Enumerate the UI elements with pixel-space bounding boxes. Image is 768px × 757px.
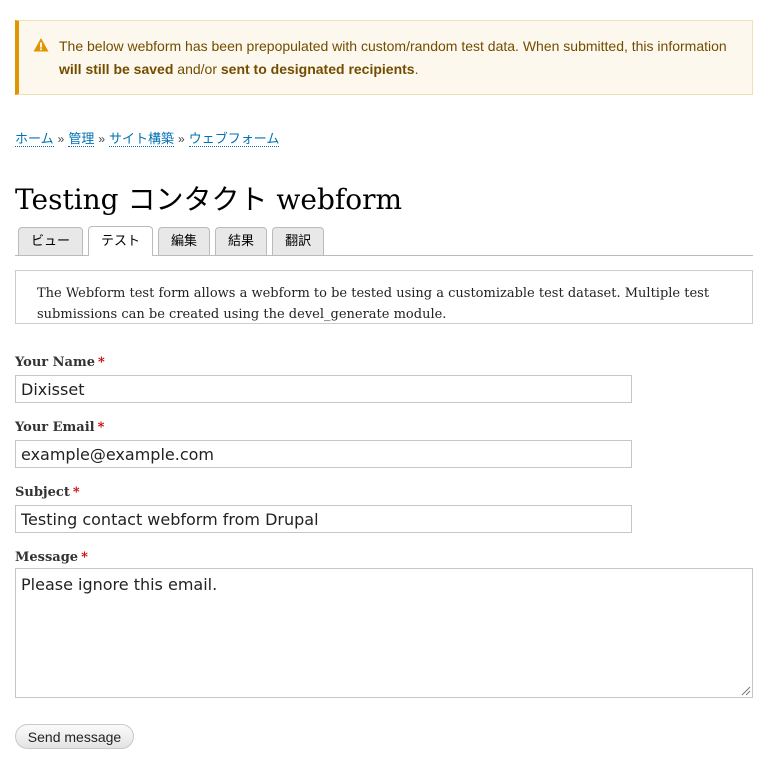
subject-input[interactable] <box>15 505 632 533</box>
tab-view[interactable]: ビュー <box>18 227 84 255</box>
warning-message: The below webform has been prepopulated … <box>15 20 753 95</box>
webform-test-description: The Webform test form allows a webform t… <box>15 270 753 324</box>
warning-text: The below webform has been prepopulated … <box>59 38 727 54</box>
warning-text-end: . <box>414 61 419 77</box>
warning-icon <box>33 38 49 52</box>
primary-tabs: ビュー テスト 編集 結果 翻訳 <box>15 226 753 256</box>
name-input[interactable] <box>15 375 632 403</box>
email-input[interactable] <box>15 440 632 468</box>
breadcrumb-link-webforms[interactable]: ウェブフォーム <box>188 131 280 147</box>
warning-strong-saved: will still be saved <box>59 61 174 77</box>
send-message-button[interactable]: Send message <box>15 724 134 749</box>
breadcrumb: ホーム» 管理» サイト構築» ウェブフォーム <box>15 128 280 147</box>
email-label-text: Your Email <box>15 420 95 435</box>
message-label-text: Message <box>15 550 79 565</box>
required-marker: * <box>97 420 105 435</box>
breadcrumb-separator: » <box>98 132 106 146</box>
required-marker: * <box>97 355 105 370</box>
message-label: Message * <box>15 550 88 565</box>
warning-text-and-or: and/or <box>173 61 221 77</box>
required-marker: * <box>72 485 80 500</box>
breadcrumb-link-home[interactable]: ホーム <box>15 131 54 147</box>
breadcrumb-link-admin[interactable]: 管理 <box>68 131 95 147</box>
tab-edit[interactable]: 編集 <box>158 227 211 255</box>
tab-translate[interactable]: 翻訳 <box>272 227 325 255</box>
breadcrumb-separator: » <box>178 132 185 146</box>
page-title: Testing コンタクト webform <box>15 183 403 216</box>
email-label: Your Email * <box>15 420 104 435</box>
name-label: Your Name * <box>15 355 105 370</box>
name-label-text: Your Name <box>15 355 95 370</box>
resize-handle-icon[interactable] <box>741 686 751 696</box>
breadcrumb-link-structure[interactable]: サイト構築 <box>109 131 175 147</box>
warning-strong-recipients: sent to designated recipients <box>220 61 415 77</box>
subject-label: Subject * <box>15 485 80 500</box>
required-marker: * <box>81 550 88 565</box>
breadcrumb-separator: » <box>57 132 65 146</box>
subject-label-text: Subject <box>15 485 70 500</box>
message-textarea[interactable]: Please ignore this email. <box>15 568 753 698</box>
tab-results[interactable]: 結果 <box>215 227 268 255</box>
tab-test[interactable]: テスト <box>88 226 154 256</box>
